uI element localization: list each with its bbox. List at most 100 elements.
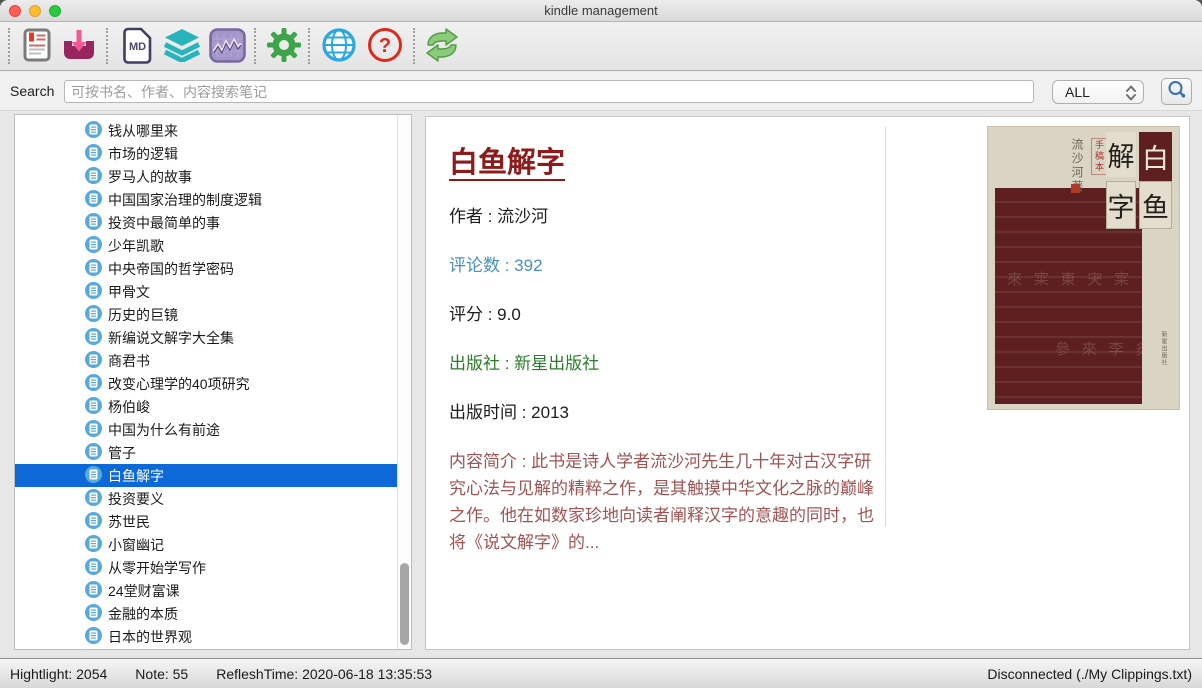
svg-text:?: ?: [379, 35, 391, 57]
book-note-icon: [85, 535, 102, 555]
list-item[interactable]: 中央帝国的哲学密码: [15, 257, 411, 280]
filter-dropdown-value: ALL: [1065, 84, 1090, 100]
book-detail-panel: 白鱼解字 作者 : 流沙河评论数 : 392评分 : 9.0出版社 : 新星出版…: [425, 116, 1190, 650]
toolbar-divider: [106, 28, 108, 64]
list-item-label: 苏世民: [108, 512, 150, 532]
status-left-group: Hightlight: 2054 Note: 55 RefleshTime: 2…: [10, 666, 432, 682]
list-item-label: 管子: [108, 443, 136, 463]
book-note-icon: [85, 558, 102, 578]
search-input[interactable]: [64, 80, 1034, 103]
activity-monitor-icon: [209, 28, 246, 66]
list-item[interactable]: 历史的巨镜: [15, 303, 411, 326]
notes-button[interactable]: [17, 26, 57, 67]
book-detail-text: 白鱼解字 作者 : 流沙河评论数 : 392评分 : 9.0出版社 : 新星出版…: [449, 131, 887, 556]
layers-icon: [163, 28, 201, 65]
refresh-button[interactable]: [422, 26, 462, 67]
list-item[interactable]: 24堂财富课: [15, 579, 411, 602]
sync-refresh-icon: [423, 28, 461, 65]
list-item[interactable]: 管子: [15, 441, 411, 464]
book-note-icon: [85, 489, 102, 509]
book-note-icon: [85, 466, 102, 486]
list-item[interactable]: 从零开始学写作: [15, 556, 411, 579]
list-item-label: 日本的世界观: [108, 627, 192, 647]
cover-ghost-text: 參 來 李 炙: [1055, 338, 1154, 359]
book-note-icon: [85, 282, 102, 302]
web-button[interactable]: [319, 26, 359, 67]
search-bar: Search ALL: [0, 71, 1202, 111]
list-item[interactable]: 钱从哪里来: [15, 119, 411, 142]
list-item-label: 杨伯峻: [108, 397, 150, 417]
list-item[interactable]: 新编说文解字大全集: [15, 326, 411, 349]
import-button[interactable]: [59, 26, 99, 67]
minimize-window-button[interactable]: [29, 5, 41, 17]
help-button[interactable]: ?: [365, 26, 405, 67]
book-note-icon: [85, 581, 102, 601]
list-item[interactable]: 中国为什么有前途: [15, 418, 411, 441]
book-note-icon: [85, 213, 102, 233]
list-scrollbar-thumb[interactable]: [400, 563, 409, 645]
toolbar-divider: [413, 28, 415, 64]
layers-button[interactable]: [162, 26, 202, 67]
list-item[interactable]: 金融的本质: [15, 602, 411, 625]
list-item[interactable]: 少年凯歌: [15, 234, 411, 257]
list-item[interactable]: 小窗幽记: [15, 533, 411, 556]
book-note-icon: [85, 236, 102, 256]
book-note-icon: [85, 627, 102, 647]
settings-button[interactable]: [264, 26, 304, 67]
cover-spine-text: 新星出版社: [1159, 331, 1168, 366]
main-content: 钱从哪里来 市场的逻辑 罗马人的故事: [0, 111, 1202, 658]
globe-icon: [321, 27, 357, 66]
toolbar-handle-divider: [8, 28, 10, 64]
statistics-button[interactable]: [207, 26, 247, 67]
list-item-label: 中国为什么有前途: [108, 420, 220, 440]
detail-row: 评分 : 9.0: [449, 301, 887, 328]
book-note-icon: [85, 420, 102, 440]
list-item-label: 白鱼解字: [108, 466, 164, 486]
list-item-label: 钱从哪里来: [108, 121, 178, 141]
cover-ghost-text: 來 寀 東 宊 寀: [1007, 268, 1133, 289]
book-title-link[interactable]: 白鱼解字: [449, 139, 565, 181]
dropdown-chevrons-icon: [1124, 84, 1138, 105]
search-label: Search: [10, 83, 54, 99]
list-item[interactable]: 甲骨文: [15, 280, 411, 303]
search-submit-button[interactable]: [1161, 78, 1192, 105]
list-item-label: 投资中最简单的事: [108, 213, 220, 233]
list-item-label: 新编说文解字大全集: [108, 328, 234, 348]
gear-icon: [266, 27, 302, 66]
list-item-label: 小窗幽记: [108, 535, 164, 555]
import-download-icon: [61, 29, 97, 64]
list-item[interactable]: 日本的世界观: [15, 625, 411, 648]
book-note-icon: [85, 167, 102, 187]
zoom-window-button[interactable]: [49, 5, 61, 17]
cover-char-bai: 白: [1139, 132, 1172, 181]
list-item[interactable]: 投资要义: [15, 487, 411, 510]
book-note-icon: [85, 512, 102, 532]
book-cover-image: 來 寀 東 宊 寀 參 來 李 炙 流沙河著 手稿本 解 白 字 鱼 新星出版社: [987, 126, 1180, 410]
list-item[interactable]: 苏世民: [15, 510, 411, 533]
list-item[interactable]: 白鱼解字: [15, 464, 411, 487]
filter-dropdown[interactable]: ALL: [1052, 80, 1144, 104]
book-note-icon: [85, 144, 102, 164]
list-item[interactable]: 杨伯峻: [15, 395, 411, 418]
list-item[interactable]: 商君书: [15, 349, 411, 372]
list-item[interactable]: 市场的逻辑: [15, 142, 411, 165]
app-window: kindle management: [0, 0, 1202, 688]
list-item-label: 罗马人的故事: [108, 167, 192, 187]
list-item[interactable]: 改变心理学的40项研究: [15, 372, 411, 395]
book-note-icon: [85, 305, 102, 325]
list-item-label: 市场的逻辑: [108, 144, 178, 164]
cover-char-yu: 鱼: [1139, 181, 1172, 229]
highlight-count: Hightlight: 2054: [10, 666, 107, 682]
markdown-export-button[interactable]: MD: [117, 26, 157, 67]
book-note-icon: [85, 604, 102, 624]
list-item[interactable]: 投资中最简单的事: [15, 211, 411, 234]
list-scrollbar-track[interactable]: [397, 115, 411, 649]
cover-seal-stamp: [1071, 184, 1080, 193]
book-list: 钱从哪里来 市场的逻辑 罗马人的故事: [15, 115, 411, 648]
list-item[interactable]: 中国国家治理的制度逻辑: [15, 188, 411, 211]
close-window-button[interactable]: [9, 5, 21, 17]
book-list-panel: 钱从哪里来 市场的逻辑 罗马人的故事: [14, 114, 412, 650]
list-item[interactable]: 罗马人的故事: [15, 165, 411, 188]
md-icon-label: MD: [129, 41, 146, 53]
list-item-label: 中国国家治理的制度逻辑: [108, 190, 262, 210]
